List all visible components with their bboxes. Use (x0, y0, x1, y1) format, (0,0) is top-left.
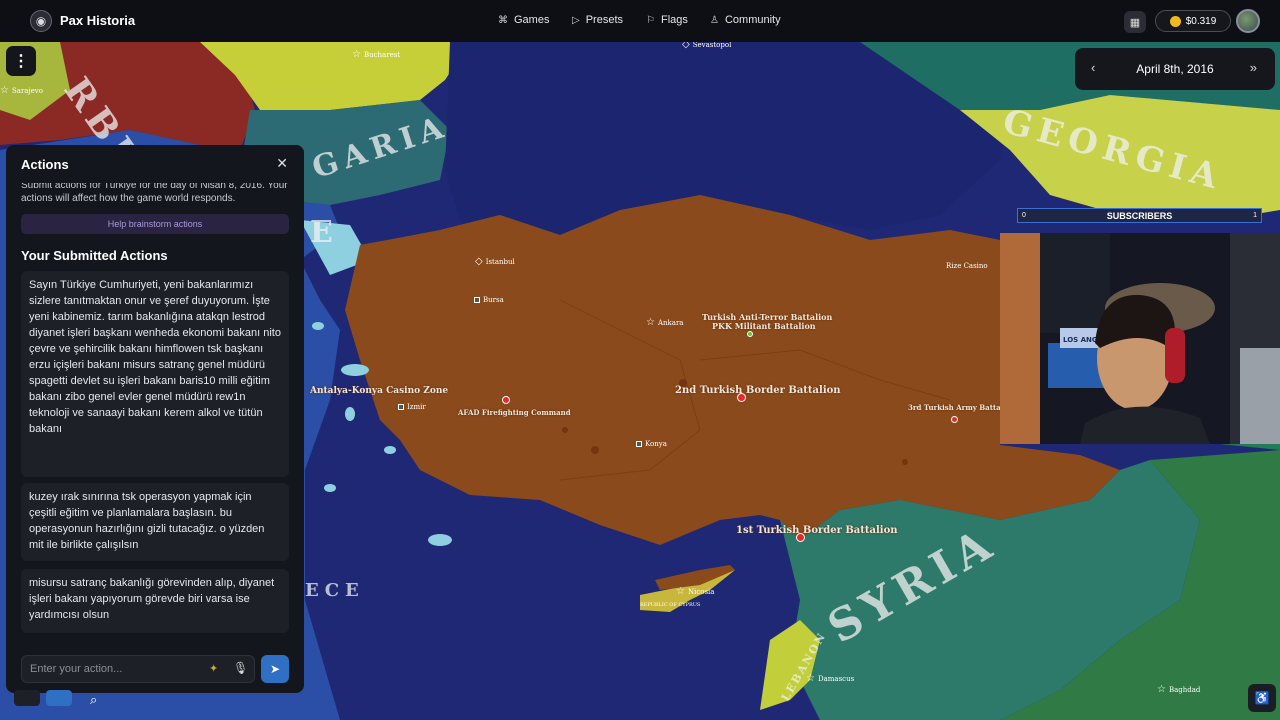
city-label: Sarajevo (11, 87, 43, 95)
city-nicosia[interactable]: ☆ Nicosia (676, 587, 714, 597)
microphone-icon[interactable]: 🎙 (233, 661, 248, 675)
city-bucharest[interactable]: ☆ Bucharest (352, 50, 400, 60)
nav-flags[interactable]: ⚐ Flags (646, 14, 688, 26)
actions-panel-header: Actions ✕ (6, 145, 304, 183)
submitted-action-text: Sayın Türkiye Cumhuriyeti, yeni bakanlar… (29, 279, 281, 435)
city-label: Rize Casino (946, 262, 988, 270)
brainstorm-actions-button[interactable]: Help brainstorm actions (21, 214, 289, 234)
subscribers-bar: 0 SUBSCRIBERS 1 (1017, 208, 1262, 223)
subscribers-label: SUBSCRIBERS (1106, 210, 1173, 221)
unit-marker-1st-border[interactable] (796, 533, 805, 542)
city-ankara[interactable]: ☆ Ankara (646, 318, 683, 328)
subscribers-start: 0 (1022, 212, 1026, 219)
city-konya[interactable]: Konya (636, 440, 667, 448)
country-label-greece: ECE (305, 580, 365, 601)
city-istanbul[interactable]: ◇ Istanbul (475, 257, 515, 267)
city-label: Ankara (657, 319, 684, 327)
close-icon[interactable]: ✕ (276, 155, 288, 172)
kebab-menu-icon[interactable]: ⋮ (6, 46, 36, 76)
unit-marker-pkk[interactable] (747, 331, 753, 337)
nav-presets[interactable]: ▷ Presets (572, 14, 623, 26)
unit-1st-border-battalion[interactable]: 1st Turkish Border Battalion (736, 525, 898, 536)
action-input[interactable] (21, 655, 255, 683)
city-bursa[interactable]: Bursa (474, 296, 504, 304)
subscribers-goal: 1 (1253, 212, 1257, 219)
balance-value: $0.319 (1185, 15, 1217, 27)
nav-community[interactable]: ♙ Community (710, 14, 781, 26)
nav-community-label: Community (724, 14, 781, 26)
submitted-action-item: kuzey ırak sınırına tsk operasyon yapmak… (21, 483, 289, 561)
city-izmir[interactable]: Izmir (398, 403, 426, 411)
city-label: Sevastopol (692, 41, 732, 49)
top-navigation-bar: ◉ Pax Historia ⌘ Games ▷ Presets ⚐ Flags ♙ C… (0, 0, 1280, 42)
submitted-action-text: misursu satranç bakanlığı görevinden alı… (29, 577, 275, 621)
gift-icon[interactable]: ▦ (1124, 11, 1146, 33)
unit-marker-3rd-army[interactable] (951, 416, 958, 423)
city-label: REPUBLIC OF CYPRUS (640, 602, 701, 608)
unit-2nd-border-battalion[interactable]: 2nd Turkish Border Battalion (675, 385, 841, 396)
actions-panel: Submit actions for Türkiye for the day o… (6, 145, 304, 693)
sparkle-icon[interactable]: ✦ (209, 662, 218, 675)
balance-button[interactable]: $0.319 (1155, 10, 1231, 32)
submitted-action-item: misursu satranç bakanlığı görevinden alı… (21, 569, 289, 633)
date-navigator: ‹ April 8th, 2016 » (1075, 48, 1275, 90)
city-baghdad[interactable]: ☆ Baghdad (1157, 685, 1200, 695)
city-label: Istanbul (485, 258, 515, 266)
city-label: Konya (645, 440, 667, 448)
city-label: Nicosia (687, 588, 715, 596)
nav-flags-label: Flags (660, 14, 688, 26)
city-label: Bucharest (363, 51, 401, 59)
unit-pkk-battalion[interactable]: PKK Militant Battalion (712, 321, 816, 331)
city-damascus[interactable]: ☆ Damascus (806, 674, 854, 684)
flag-icon: ⚐ (646, 14, 655, 26)
app-title[interactable]: Pax Historia (60, 13, 135, 28)
nav-games-label: Games (514, 14, 550, 26)
nav-presets-label: Presets (585, 14, 623, 26)
chat-tool-button[interactable] (14, 690, 40, 706)
gamepad-icon: ⌘ (498, 14, 508, 26)
country-label-turkey-edge: E (310, 215, 339, 250)
current-date: April 8th, 2016 (1136, 62, 1214, 76)
accessibility-icon[interactable]: ♿ (1248, 684, 1276, 712)
submitted-actions-title: Your Submitted Actions (21, 248, 168, 263)
city-sarajevo[interactable]: ☆ Sarajevo (0, 86, 43, 96)
label-republic-of-cyprus: REPUBLIC OF CYPRUS (640, 602, 700, 608)
city-label: Baghdad (1168, 686, 1201, 694)
play-icon: ▷ (572, 14, 580, 26)
send-button[interactable]: ➤ (261, 655, 289, 683)
chevron-left-icon[interactable]: ‹ (1091, 60, 1095, 75)
unit-casino-zone[interactable]: Antalya-Konya Casino Zone (310, 386, 448, 396)
city-label: Izmir (407, 403, 426, 411)
users-icon: ♙ (710, 14, 719, 26)
unit-afad-command[interactable]: AFAD Firefighting Command (458, 408, 571, 417)
city-rize-casino[interactable]: Rize Casino (946, 262, 988, 270)
edit-tool-button[interactable] (46, 690, 72, 706)
submitted-action-item: Sayın Türkiye Cumhuriyeti, yeni bakanlar… (21, 271, 289, 477)
double-chevron-right-icon[interactable]: » (1250, 60, 1257, 75)
globe-icon[interactable]: ◉ (30, 10, 52, 32)
city-label: Bursa (483, 296, 504, 304)
app-root: RBIA GARIA GEORGIA SYRIA ECE LEBANON E ☆… (0, 0, 1280, 720)
webcam-feed: LOS ANGELES (1000, 233, 1280, 444)
nav-games[interactable]: ⌘ Games (498, 14, 549, 26)
avatar[interactable] (1236, 9, 1260, 33)
search-icon[interactable]: ⌕ (90, 692, 97, 708)
unit-marker-2nd-border[interactable] (737, 393, 746, 402)
action-input-row: ✦ 🎙 ➤ (21, 655, 289, 683)
city-label: Damascus (817, 675, 855, 683)
unit-marker-afad[interactable] (502, 396, 510, 404)
actions-panel-title: Actions (21, 157, 69, 172)
submitted-action-text: kuzey ırak sınırına tsk operasyon yapmak… (29, 491, 265, 551)
coin-icon (1169, 15, 1181, 27)
send-icon: ➤ (269, 662, 281, 676)
